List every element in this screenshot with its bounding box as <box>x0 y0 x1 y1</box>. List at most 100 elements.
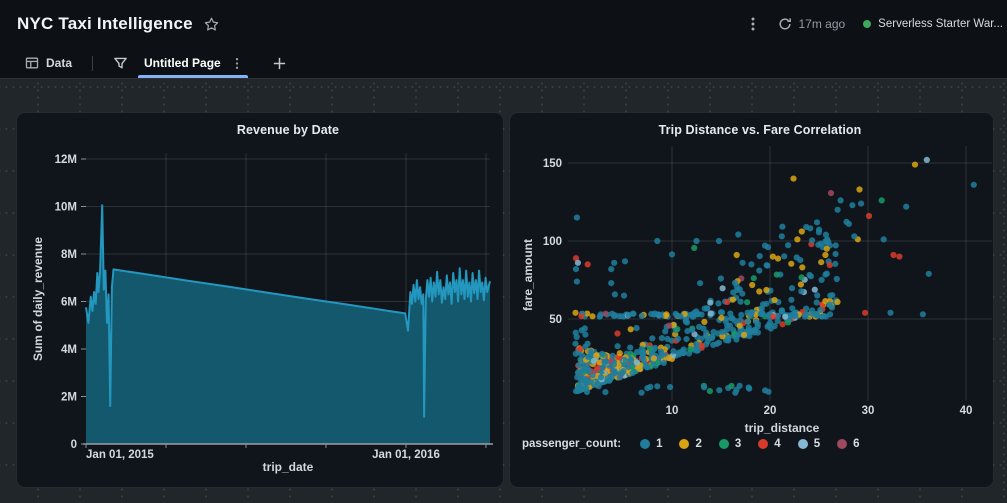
legend-item[interactable]: 5 <box>797 438 820 450</box>
scatter-point <box>763 286 770 294</box>
scatter-point <box>683 336 690 343</box>
warehouse-selector[interactable]: Serverless Starter War... <box>863 18 1003 30</box>
scatter-point <box>577 356 584 363</box>
scatter-point <box>572 388 580 395</box>
tab-data[interactable]: Data <box>17 48 80 78</box>
scatter-point <box>654 237 661 245</box>
scatter-x-axis-title: trip_distance <box>744 421 820 435</box>
legend-item[interactable]: 1 <box>640 438 662 450</box>
scatter-point <box>748 261 755 268</box>
tab-page-label: Untitled Page <box>144 56 221 70</box>
scatter-point <box>701 318 708 325</box>
scatter-point <box>599 350 606 357</box>
scatter-point <box>739 259 746 266</box>
scatter-point <box>663 311 670 318</box>
svg-text:100: 100 <box>543 236 562 248</box>
scatter-point <box>822 271 829 278</box>
scatter-point <box>658 335 665 342</box>
filter-icon[interactable] <box>105 52 136 75</box>
scatter-point <box>834 206 841 213</box>
scatter-point <box>597 374 605 381</box>
scatter-point <box>862 309 869 316</box>
scatter-point <box>788 260 795 267</box>
scatter-point <box>736 322 743 329</box>
legend-item[interactable]: 2 <box>679 438 702 450</box>
add-page-button[interactable] <box>264 52 295 75</box>
scatter-point <box>611 259 618 266</box>
scatter-legend: passenger_count: 1 2 3 4 5 6 <box>522 438 860 450</box>
scatter-point <box>738 311 745 318</box>
scatter-point <box>752 326 759 333</box>
scatter-point <box>633 325 640 332</box>
scatter-point <box>572 329 579 336</box>
scatter-point <box>724 298 731 306</box>
refresh-control[interactable]: 17m ago <box>778 17 845 31</box>
scatter-point <box>837 197 844 204</box>
scatter-point <box>715 237 723 245</box>
table-grid-icon <box>25 56 39 70</box>
scatter-point <box>610 361 617 368</box>
tab-untitled-page[interactable]: Untitled Page <box>138 48 248 78</box>
scatter-point <box>629 310 636 317</box>
scatter-point <box>970 181 977 188</box>
scatter-chart-card[interactable]: Trip Distance vs. Fare Correlation fare_… <box>510 113 993 487</box>
scatter-point <box>733 336 740 343</box>
scatter-point <box>803 223 810 231</box>
scatter-point <box>719 285 726 292</box>
scatter-point <box>826 262 833 269</box>
scatter-point <box>727 310 734 317</box>
scatter-point <box>618 370 625 377</box>
revenue-area <box>86 205 490 444</box>
scatter-point <box>737 317 744 324</box>
scatter-point <box>818 259 825 266</box>
scatter-point <box>822 251 829 259</box>
scatter-point <box>731 279 739 286</box>
scatter-point <box>820 312 827 320</box>
scatter-point <box>788 285 796 292</box>
scatter-point <box>693 237 700 245</box>
revenue-chart-card[interactable]: Revenue by Date Sum of daily_revenue 0 2M… <box>17 113 503 487</box>
legend-items: 1 2 3 4 5 6 <box>640 438 860 450</box>
scatter-point <box>794 236 801 243</box>
svg-text:6M: 6M <box>61 297 77 309</box>
scatter-point <box>887 309 894 316</box>
scatter-point <box>700 325 707 332</box>
legend-item[interactable]: 6 <box>837 438 860 450</box>
scatter-point <box>573 278 580 285</box>
scatter-point <box>674 335 682 342</box>
scatter-point <box>620 292 628 299</box>
legend-item[interactable]: 4 <box>758 438 781 450</box>
scatter-point <box>611 312 619 319</box>
scatter-point <box>750 275 757 282</box>
scatter-point <box>784 319 792 326</box>
scatter-point <box>829 292 836 299</box>
scatter-point <box>856 186 863 193</box>
legend-value: 1 <box>656 438 663 450</box>
scatter-point <box>677 313 684 320</box>
scatter-point <box>691 244 698 252</box>
scatter-point <box>739 290 746 297</box>
scatter-point <box>638 389 645 396</box>
svg-text:30: 30 <box>862 405 875 417</box>
scatter-point <box>785 242 792 249</box>
header-actions: 17m ago Serverless Starter War... <box>746 16 1003 32</box>
scatter-point <box>638 345 645 353</box>
overflow-menu-icon[interactable] <box>746 16 760 32</box>
revenue-x-axis-title: trip_date <box>262 460 314 474</box>
legend-item[interactable]: 3 <box>718 438 741 450</box>
scatter-point <box>770 313 777 320</box>
svg-text:2M: 2M <box>61 392 77 404</box>
scatter-point <box>670 348 677 355</box>
legend-dot-icon <box>837 439 848 449</box>
scatter-point <box>851 233 858 240</box>
favorite-star-icon[interactable] <box>203 16 220 33</box>
scatter-point <box>858 200 865 207</box>
scatter-point <box>715 339 722 346</box>
scatter-point <box>572 266 580 273</box>
scatter-point <box>596 313 604 320</box>
page-options-kebab-icon[interactable] <box>232 57 242 70</box>
app-root: NYC Taxi Intelligence 17m ago Serverless… <box>0 0 1007 503</box>
scatter-point <box>744 318 751 325</box>
scatter-point <box>654 383 661 390</box>
scatter-point <box>778 233 785 240</box>
